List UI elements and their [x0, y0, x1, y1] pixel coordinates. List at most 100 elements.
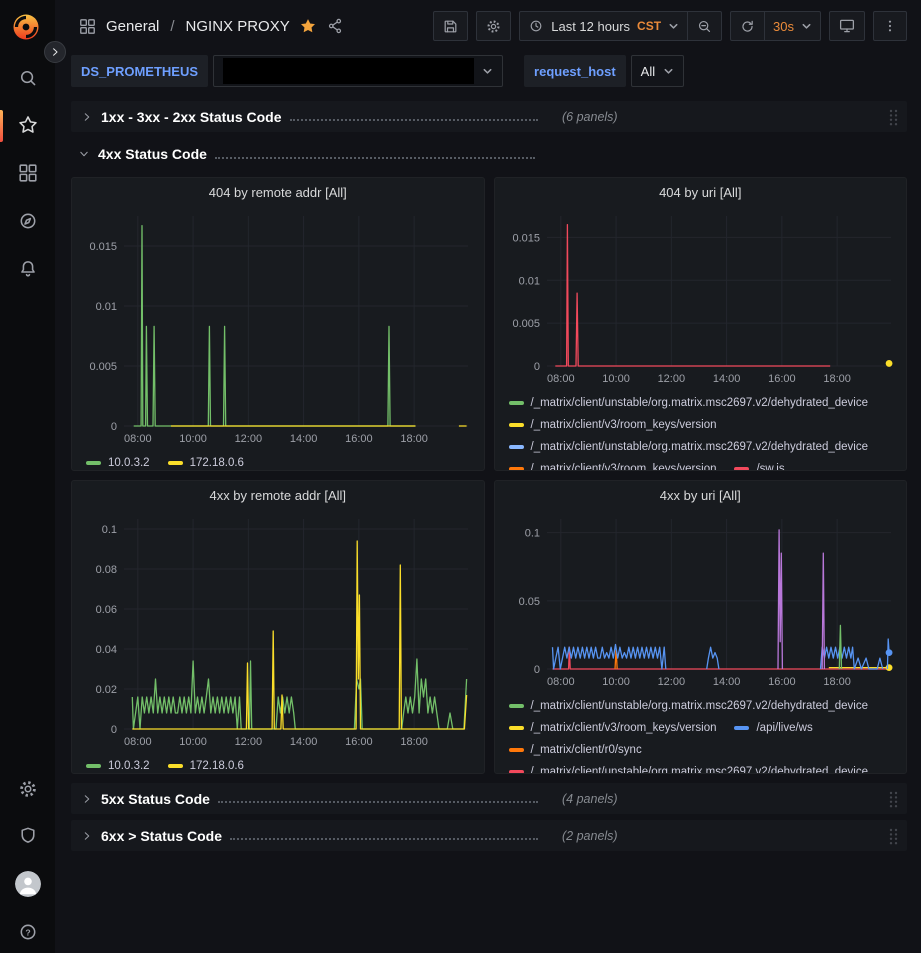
starred-icon[interactable] — [16, 113, 40, 137]
row-header-6xx[interactable]: 6xx > Status Code (2 panels) — [71, 820, 907, 851]
kebab-menu-button[interactable] — [873, 11, 907, 41]
legend-label: 172.18.0.6 — [190, 756, 244, 774]
alerting-bell-icon[interactable] — [16, 257, 40, 281]
legend-swatch — [509, 748, 524, 752]
svg-text:14:00: 14:00 — [290, 736, 318, 748]
expand-sidebar-button[interactable] — [44, 41, 66, 63]
dashboards-icon[interactable] — [16, 161, 40, 185]
row-header-5xx[interactable]: 5xx Status Code (4 panels) — [71, 783, 907, 814]
legend-item[interactable]: /_matrix/client/unstable/org.matrix.msc2… — [509, 437, 869, 457]
row-title: 5xx Status Code — [101, 791, 210, 807]
variable-label-request-host[interactable]: request_host — [524, 55, 626, 87]
time-series-chart[interactable]: 08:0010:0012:0014:0016:0018:0000.050.1 — [503, 509, 899, 694]
legend-item[interactable]: /_matrix/client/r0/sync — [509, 740, 642, 760]
chevron-down-icon — [801, 21, 812, 32]
svg-text:0: 0 — [533, 664, 539, 676]
svg-text:0.02: 0.02 — [96, 684, 117, 696]
legend-item[interactable]: 172.18.0.6 — [168, 453, 244, 471]
explore-compass-icon[interactable] — [16, 209, 40, 233]
legend-item[interactable]: /_matrix/client/unstable/org.matrix.msc2… — [509, 762, 869, 774]
legend-item[interactable]: /sw.js — [734, 459, 784, 471]
legend-item[interactable]: /_matrix/client/unstable/org.matrix.msc2… — [509, 393, 869, 413]
legend-item[interactable]: /_matrix/client/unstable/org.matrix.msc2… — [509, 696, 869, 716]
redacted-value — [223, 58, 474, 84]
legend-item[interactable]: /api/live/ws — [734, 718, 812, 738]
legend-label: /api/live/ws — [756, 718, 812, 738]
grafana-logo[interactable] — [11, 11, 43, 45]
help-icon[interactable]: ? — [16, 920, 40, 944]
row-drag-handle[interactable] — [888, 790, 899, 807]
variable-label-ds-prometheus[interactable]: DS_PROMETHEUS — [71, 55, 208, 87]
cycle-view-button[interactable] — [829, 11, 865, 41]
legend-swatch — [509, 467, 524, 471]
row-header-1xx-3xx-2xx[interactable]: 1xx - 3xx - 2xx Status Code (6 panels) — [71, 101, 907, 132]
time-series-chart[interactable]: 08:0010:0012:0014:0016:0018:0000.020.040… — [80, 509, 476, 754]
legend-label: /_matrix/client/unstable/org.matrix.msc2… — [531, 393, 869, 413]
legend-swatch — [734, 726, 749, 730]
chevron-down-icon — [668, 21, 679, 32]
active-section-indicator — [0, 110, 3, 142]
time-range-label: Last 12 hours — [551, 19, 630, 34]
svg-text:18:00: 18:00 — [823, 373, 851, 385]
row-panel-count: (4 panels) — [562, 792, 618, 806]
legend-label: 172.18.0.6 — [190, 453, 244, 471]
search-icon[interactable] — [16, 66, 40, 90]
refresh-interval-picker[interactable]: 30s — [764, 11, 821, 41]
svg-text:0.05: 0.05 — [518, 596, 539, 608]
panel-4xx-by-remote-addr: 4xx by remote addr [All] 08:0010:0012:00… — [71, 480, 485, 774]
share-icon[interactable] — [326, 17, 344, 35]
refresh-button[interactable] — [730, 11, 765, 41]
breadcrumb-separator: / — [170, 18, 174, 35]
breadcrumb-section[interactable]: General — [106, 18, 159, 35]
panel-404-by-uri: 404 by uri [All] 08:0010:0012:0014:0016:… — [494, 177, 908, 471]
legend-swatch — [86, 764, 101, 768]
legend-item[interactable]: 172.18.0.6 — [168, 756, 244, 774]
legend-label: /_matrix/client/unstable/org.matrix.msc2… — [531, 762, 869, 774]
breadcrumb: General / NGINX PROXY — [78, 17, 344, 36]
row-header-4xx[interactable]: 4xx Status Code — [71, 141, 907, 167]
svg-text:0: 0 — [111, 421, 117, 433]
legend-label: /_matrix/client/r0/sync — [531, 740, 642, 760]
svg-text:14:00: 14:00 — [712, 676, 740, 688]
panel-title[interactable]: 4xx by remote addr [All] — [80, 481, 476, 509]
panel-title[interactable]: 404 by remote addr [All] — [80, 178, 476, 206]
save-dashboard-button[interactable] — [433, 11, 468, 41]
svg-text:16:00: 16:00 — [345, 736, 373, 748]
row-drag-handle[interactable] — [888, 108, 899, 125]
chevron-right-icon — [80, 829, 94, 843]
row-drag-handle[interactable] — [888, 827, 899, 844]
profile-avatar[interactable] — [15, 871, 41, 897]
svg-text:0.01: 0.01 — [518, 275, 539, 287]
server-admin-shield-icon[interactable] — [16, 824, 40, 848]
breadcrumb-dashboard-title[interactable]: NGINX PROXY — [186, 18, 290, 35]
legend-item[interactable]: /_matrix/client/v3/room_keys/version — [509, 415, 717, 435]
legend-label: 10.0.3.2 — [108, 756, 150, 774]
legend-label: /_matrix/client/v3/room_keys/version — [531, 415, 717, 435]
chevron-down-icon — [482, 66, 493, 77]
svg-text:10:00: 10:00 — [179, 433, 207, 445]
variable-select-request-host[interactable]: All — [631, 55, 684, 87]
variable-select-ds-prometheus[interactable] — [213, 55, 503, 87]
legend-item[interactable]: /_matrix/client/v3/room_keys/version — [509, 718, 717, 738]
legend-item[interactable]: 10.0.3.2 — [86, 756, 150, 774]
legend-item[interactable]: 10.0.3.2 — [86, 453, 150, 471]
legend-item[interactable]: /_matrix/client/v3/room_keys/version — [509, 459, 717, 471]
svg-text:18:00: 18:00 — [400, 736, 428, 748]
svg-text:0.1: 0.1 — [524, 528, 539, 540]
time-series-chart[interactable]: 08:0010:0012:0014:0016:0018:0000.0050.01… — [80, 206, 476, 451]
row-title: 4xx Status Code — [98, 146, 207, 162]
time-series-chart[interactable]: 08:0010:0012:0014:0016:0018:0000.0050.01… — [503, 206, 899, 391]
settings-gear-icon[interactable] — [16, 777, 40, 801]
time-range-picker[interactable]: Last 12 hours CST — [519, 11, 688, 41]
favorite-star-icon[interactable] — [299, 17, 317, 35]
panel-legend: 10.0.3.2 172.18.0.6 — [80, 754, 476, 774]
row-panel-count: (2 panels) — [562, 829, 618, 843]
svg-text:0.015: 0.015 — [89, 241, 117, 253]
svg-text:0.015: 0.015 — [512, 232, 540, 244]
panel-title[interactable]: 4xx by uri [All] — [503, 481, 899, 509]
dashboard-settings-button[interactable] — [476, 11, 511, 41]
zoom-out-button[interactable] — [687, 11, 722, 41]
panel-title[interactable]: 404 by uri [All] — [503, 178, 899, 206]
clock-icon — [528, 18, 544, 34]
svg-text:10:00: 10:00 — [602, 676, 630, 688]
